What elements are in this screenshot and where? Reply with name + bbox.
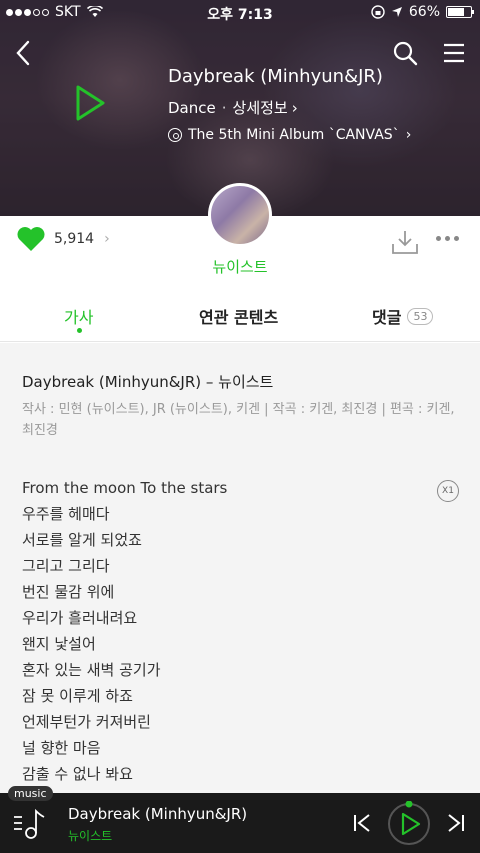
search-icon[interactable]: [392, 40, 418, 66]
back-button[interactable]: [12, 38, 36, 68]
separator-dot: ·: [221, 98, 227, 117]
hamburger-menu-icon[interactable]: [442, 42, 466, 64]
album-name: The 5th Mini Album `CANVAS`: [188, 127, 400, 143]
artist-avatar[interactable]: [208, 183, 272, 247]
song-genre: Dance: [168, 98, 216, 117]
album-link[interactable]: The 5th Mini Album `CANVAS` ›: [168, 127, 411, 143]
play-song-button[interactable]: [74, 84, 106, 122]
chevron-right-icon: ›: [291, 98, 298, 117]
chevron-right-icon: ›: [405, 127, 412, 143]
song-detail-screen: SKT 오후 7:13 66% Daybreak (Minhyun&JR) Da…: [0, 0, 480, 853]
song-title: Daybreak (Minhyun&JR): [168, 66, 383, 87]
header-controls: Daybreak (Minhyun&JR) Dance · 상세정보 › The…: [0, 0, 480, 853]
song-detail-link[interactable]: 상세정보: [233, 97, 288, 118]
album-cd-icon: [168, 128, 182, 142]
genre-line: Dance · 상세정보 ›: [168, 97, 298, 118]
